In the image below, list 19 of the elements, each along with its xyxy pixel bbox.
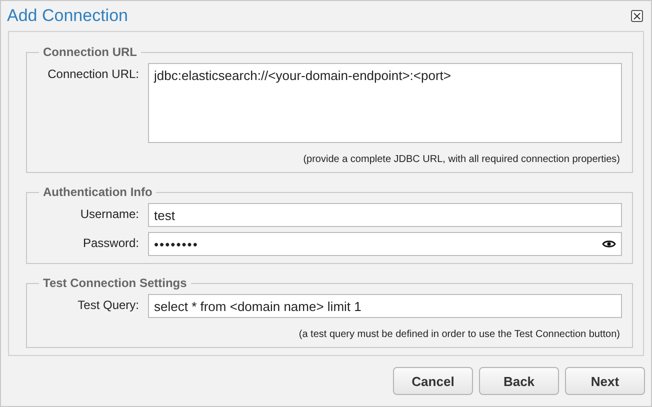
dialog-button[interactable]: Back xyxy=(479,367,559,395)
window-title: Add Connection xyxy=(7,6,128,26)
close-button[interactable]: × xyxy=(631,10,643,22)
section-legend: Authentication Info xyxy=(39,185,156,199)
field-label: Test Query: xyxy=(76,297,139,312)
password-field[interactable]: •••••••• xyxy=(148,232,622,256)
eye-icon[interactable] xyxy=(602,239,616,249)
input-field[interactable]: select * from <domain name> limit 1 xyxy=(148,294,622,318)
field-label: Connection URL: xyxy=(46,66,139,81)
field-label: Password: xyxy=(82,235,139,250)
section-legend: Connection URL xyxy=(39,45,141,59)
section-legend: Test Connection Settings xyxy=(39,276,191,290)
hint-text: (a test query must be defined in order to use the Test Connection button) xyxy=(298,329,620,340)
hint-text: (provide a complete JDBC URL, with all required connection properties) xyxy=(303,154,620,165)
input-field[interactable]: test xyxy=(148,203,622,227)
url-field[interactable]: jdbc:elasticsearch://<your-domain-endpoint>:<port> xyxy=(148,63,622,143)
dialog-button[interactable]: Next xyxy=(565,367,645,395)
field-label: Username: xyxy=(79,206,139,221)
dialog-button[interactable]: Cancel xyxy=(393,367,473,395)
